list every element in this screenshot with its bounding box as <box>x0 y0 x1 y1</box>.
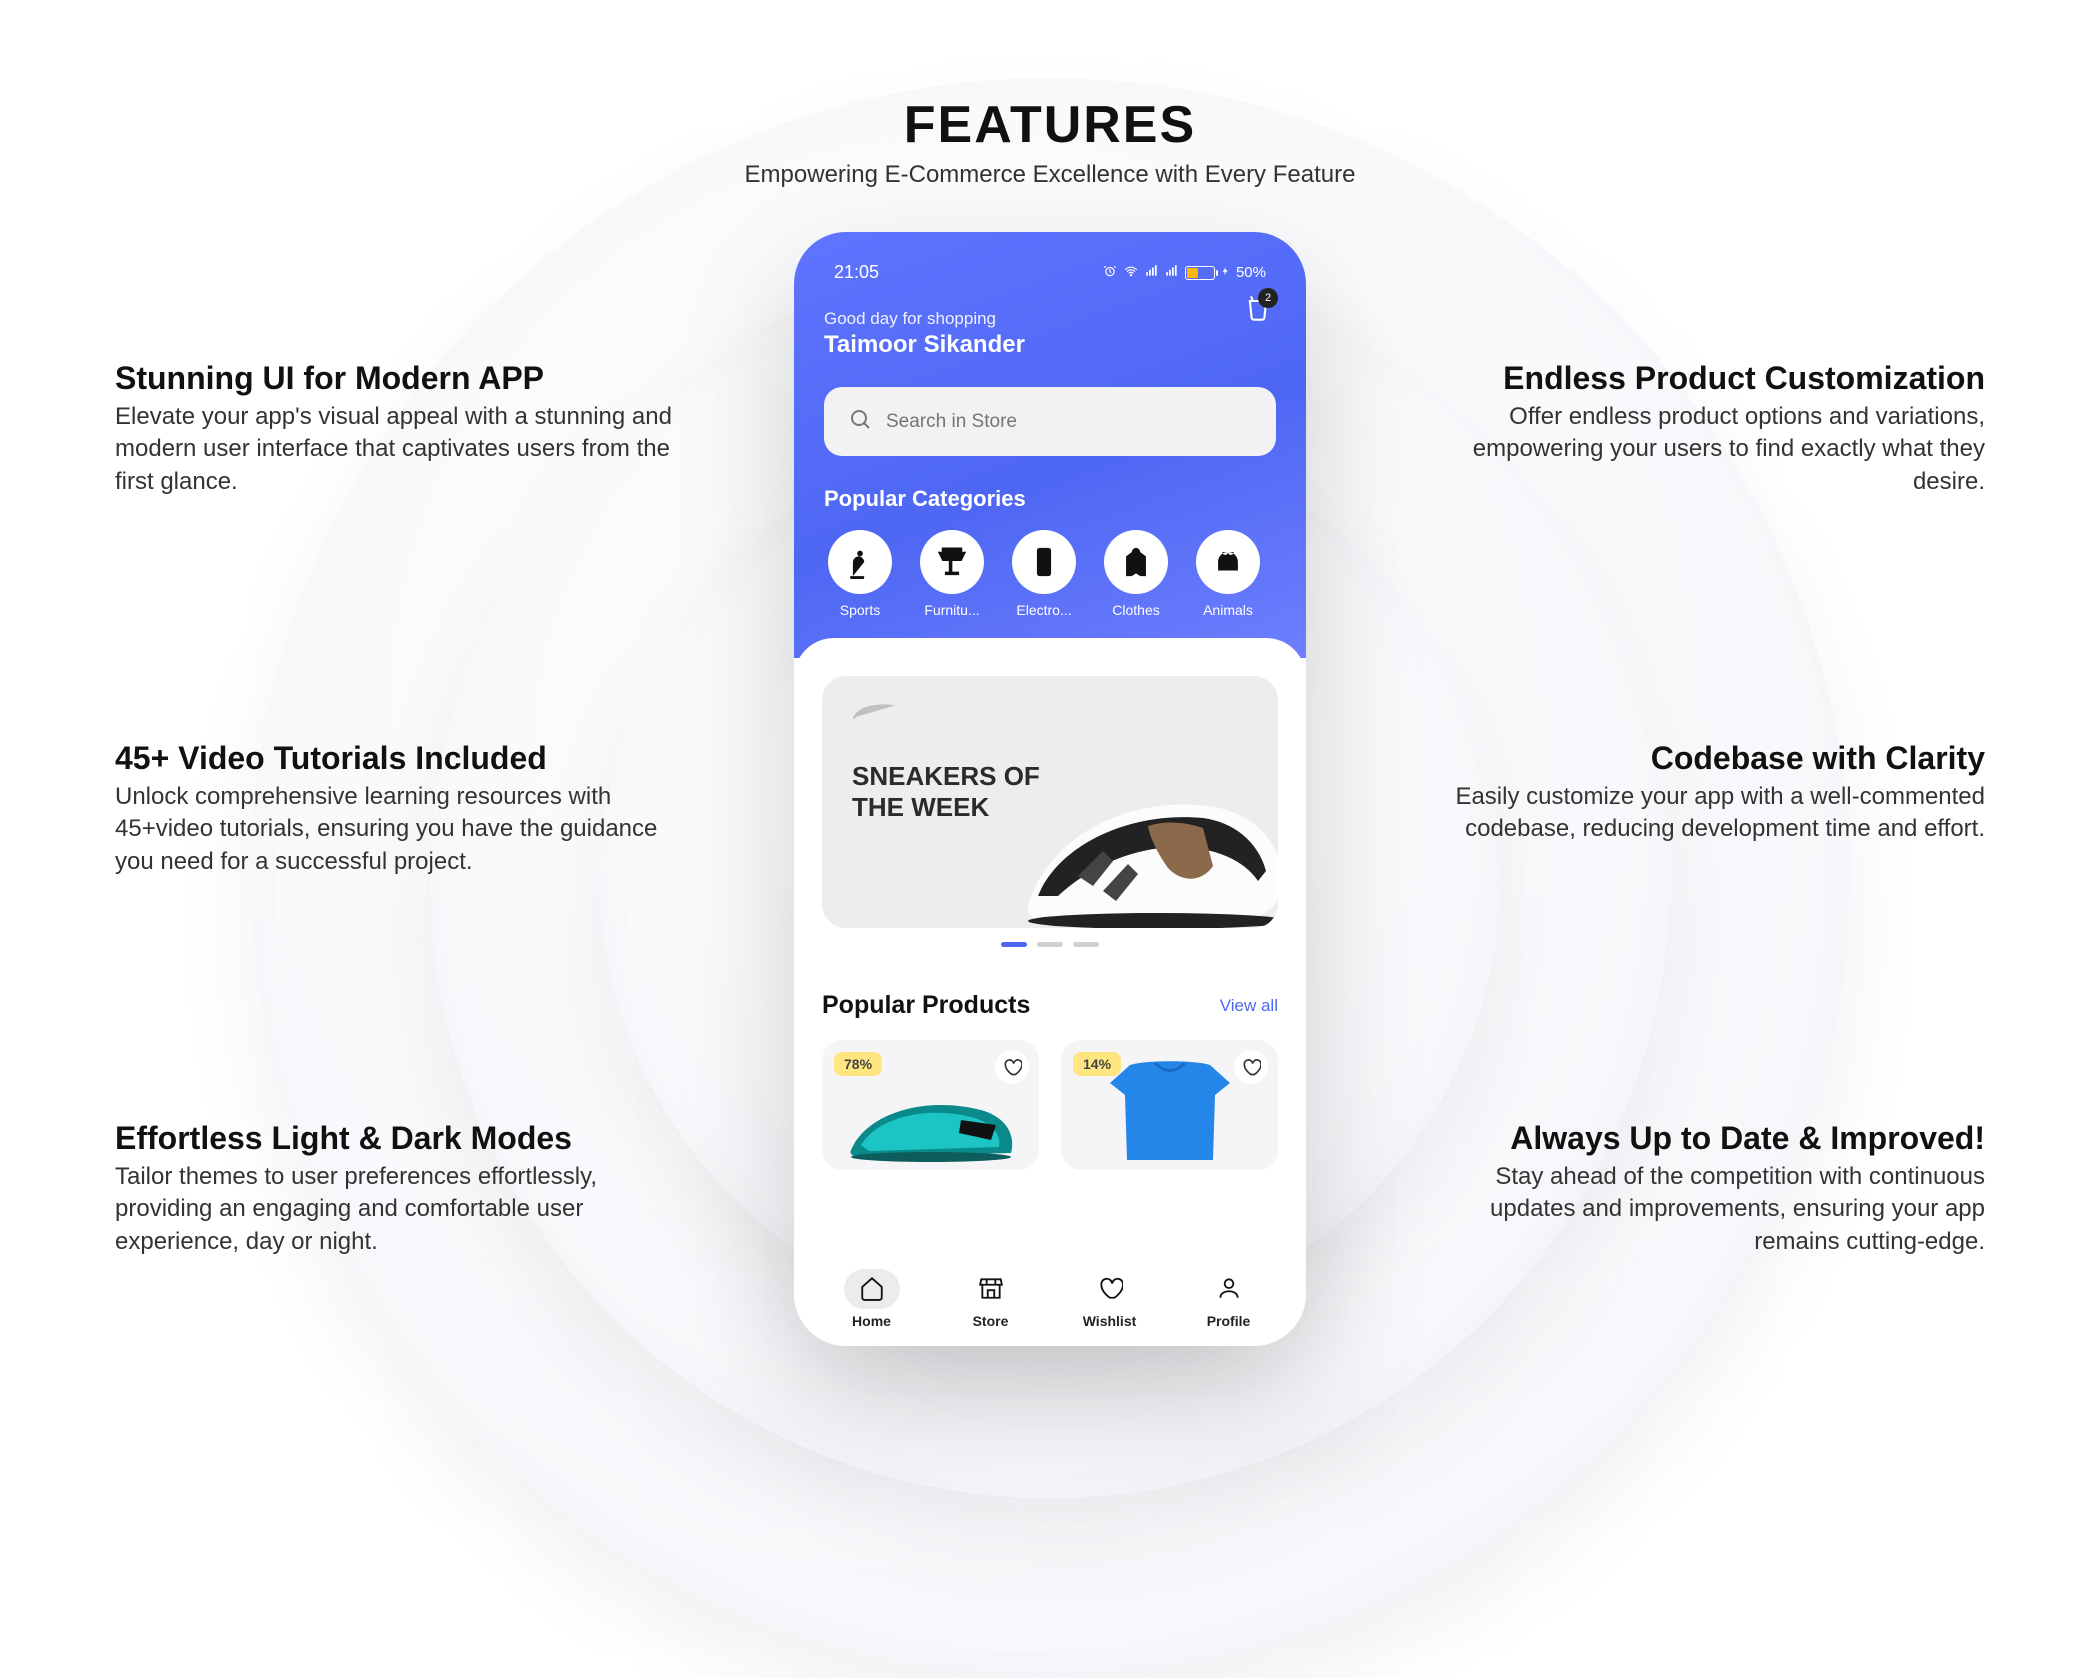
feature-body: Stay ahead of the competition with conti… <box>1425 1161 1985 1258</box>
product-card-2[interactable]: 14% <box>1061 1040 1278 1170</box>
product-image <box>1095 1055 1245 1170</box>
status-bar: 21:05 50% <box>824 262 1276 299</box>
battery-percent: 50% <box>1236 264 1266 281</box>
nav-label: Profile <box>1207 1313 1251 1329</box>
nav-label: Wishlist <box>1083 1313 1137 1329</box>
category-electronics[interactable]: Electro... <box>1008 530 1080 618</box>
feature-heading: Codebase with Clarity <box>1425 740 1985 777</box>
search-icon <box>848 407 872 436</box>
profile-icon <box>1216 1275 1242 1304</box>
feature-body: Offer endless product options and variat… <box>1425 401 1985 498</box>
dot-2[interactable] <box>1037 942 1063 947</box>
carousel-dots[interactable] <box>822 942 1278 947</box>
feature-video-tutorials: 45+ Video Tutorials Included Unlock comp… <box>115 740 675 878</box>
signal-icon <box>1165 264 1179 282</box>
username: Taimoor Sikander <box>824 331 1276 359</box>
greeting: Good day for shopping <box>824 309 1276 329</box>
bottom-nav: Home Store Wishlist Profile <box>794 1252 1306 1346</box>
search-bar[interactable] <box>824 387 1276 456</box>
feature-heading: Always Up to Date & Improved! <box>1425 1120 1985 1157</box>
categories-row[interactable]: Sports Furnitu... Electro... Clothes Ani… <box>824 530 1276 618</box>
category-label: Furnitu... <box>924 602 979 618</box>
nav-label: Store <box>973 1313 1009 1329</box>
charge-icon <box>1221 264 1230 282</box>
feature-body: Unlock comprehensive learning resources … <box>115 781 675 878</box>
feature-customization: Endless Product Customization Offer endl… <box>1425 360 1985 498</box>
category-sports[interactable]: Sports <box>824 530 896 618</box>
feature-heading: Stunning UI for Modern APP <box>115 360 675 397</box>
heart-icon <box>1097 1275 1123 1304</box>
feature-body: Elevate your app's visual appeal with a … <box>115 401 675 498</box>
nike-swoosh-icon <box>852 702 1248 727</box>
home-icon <box>859 1275 885 1304</box>
category-clothes[interactable]: Clothes <box>1100 530 1172 618</box>
category-label: Sports <box>840 602 880 618</box>
nav-home[interactable]: Home <box>844 1269 900 1329</box>
view-all-link[interactable]: View all <box>1220 996 1278 1016</box>
category-label: Animals <box>1203 602 1253 618</box>
feature-body: Easily customize your app with a well-co… <box>1425 781 1985 846</box>
search-input[interactable] <box>886 411 1252 433</box>
dot-1[interactable] <box>1001 942 1027 947</box>
alarm-icon <box>1103 264 1117 282</box>
store-icon <box>978 1275 1004 1304</box>
feature-up-to-date: Always Up to Date & Improved! Stay ahead… <box>1425 1120 1985 1258</box>
category-animals[interactable]: Animals <box>1192 530 1264 618</box>
dot-3[interactable] <box>1073 942 1099 947</box>
status-time: 21:05 <box>834 262 879 283</box>
feature-heading: 45+ Video Tutorials Included <box>115 740 675 777</box>
promo-banner[interactable]: SNEAKERS OF THE WEEK <box>822 676 1278 928</box>
nav-store[interactable]: Store <box>963 1269 1019 1329</box>
feature-codebase: Codebase with Clarity Easily customize y… <box>1425 740 1985 846</box>
wifi-icon <box>1123 264 1139 282</box>
battery-icon <box>1185 266 1215 280</box>
signal-icon <box>1145 264 1159 282</box>
cart-badge: 2 <box>1258 288 1278 308</box>
nav-label: Home <box>852 1313 891 1329</box>
phone-mock: 21:05 50% Good day for shopping Taimoor … <box>794 232 1306 1346</box>
feature-stunning-ui: Stunning UI for Modern APP Elevate your … <box>115 360 675 498</box>
popular-products-title: Popular Products <box>822 991 1030 1020</box>
category-label: Clothes <box>1112 602 1159 618</box>
popular-categories-label: Popular Categories <box>824 486 1276 512</box>
product-card-1[interactable]: 78% <box>822 1040 1039 1170</box>
cart-button[interactable]: 2 <box>1244 294 1272 327</box>
discount-badge: 78% <box>834 1052 882 1076</box>
nav-wishlist[interactable]: Wishlist <box>1082 1269 1138 1329</box>
feature-light-dark: Effortless Light & Dark Modes Tailor the… <box>115 1120 675 1258</box>
feature-heading: Endless Product Customization <box>1425 360 1985 397</box>
feature-heading: Effortless Light & Dark Modes <box>115 1120 675 1157</box>
category-label: Electro... <box>1016 602 1071 618</box>
feature-body: Tailor themes to user preferences effort… <box>115 1161 675 1258</box>
product-image <box>841 1075 1021 1170</box>
sneaker-image <box>1008 736 1278 928</box>
category-furniture[interactable]: Furnitu... <box>916 530 988 618</box>
nav-profile[interactable]: Profile <box>1201 1269 1257 1329</box>
